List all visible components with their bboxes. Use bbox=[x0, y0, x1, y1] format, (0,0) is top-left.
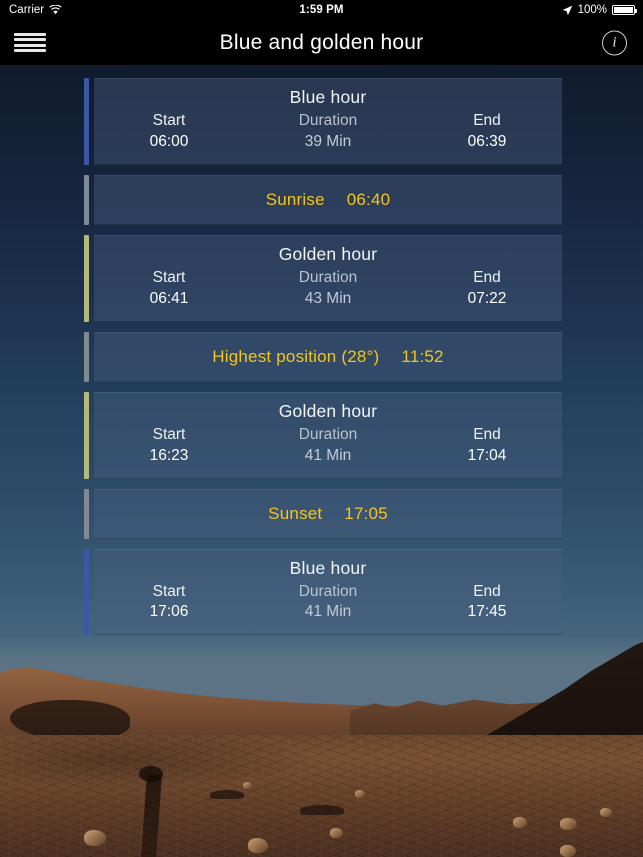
duration-column: Duration 39 Min bbox=[244, 111, 412, 153]
start-label: Start bbox=[152, 112, 186, 129]
event-title: Golden hour bbox=[278, 400, 378, 421]
duration-column: Duration 41 Min bbox=[244, 582, 412, 624]
photo-rock bbox=[600, 808, 612, 817]
moment-card[interactable]: Highest position (28°) 11:52 bbox=[94, 331, 562, 382]
status-bar-right: 100% bbox=[562, 4, 643, 16]
end-value: 07:22 bbox=[467, 289, 507, 307]
duration-label: Duration bbox=[298, 425, 358, 443]
moment-row: Sunrise 06:40 bbox=[94, 190, 562, 210]
end-value: 06:39 bbox=[467, 132, 507, 150]
photo-rock bbox=[513, 817, 527, 828]
moment-time: 17:05 bbox=[344, 503, 388, 523]
photo-rock bbox=[330, 828, 343, 838]
start-label: Start bbox=[152, 582, 186, 600]
end-column: End 06:39 bbox=[412, 111, 562, 153]
battery-full-icon bbox=[612, 5, 637, 15]
list-item[interactable]: Sunset 17:05 bbox=[84, 488, 562, 539]
hamburger-menu-icon[interactable] bbox=[14, 30, 46, 56]
list-item[interactable]: Golden hour Start 06:41 Duration 43 Min … bbox=[84, 234, 562, 322]
moment-label: Sunrise bbox=[265, 189, 325, 209]
end-column: End 17:45 bbox=[412, 582, 562, 624]
end-label: End bbox=[473, 582, 501, 600]
location-arrow-icon bbox=[562, 5, 572, 15]
photo-rock bbox=[560, 818, 577, 830]
moment-row: Sunset 17:05 bbox=[94, 504, 562, 524]
start-column: Start 06:41 bbox=[94, 268, 244, 310]
photo-rock bbox=[355, 790, 365, 798]
duration-column: Duration 41 Min bbox=[244, 425, 412, 467]
accent-bar-golden bbox=[84, 234, 89, 322]
event-list: Blue hour Start 06:00 Duration 39 Min En… bbox=[84, 78, 562, 645]
list-item[interactable]: Golden hour Start 16:23 Duration 41 Min … bbox=[84, 391, 562, 479]
accent-bar-golden bbox=[84, 391, 89, 479]
battery-percent-label: 100% bbox=[577, 4, 607, 16]
accent-bar-blue bbox=[84, 548, 89, 636]
photo-rock-shadow bbox=[210, 790, 244, 799]
status-bar: Carrier 1:59 PM 100% bbox=[0, 0, 643, 20]
moment-card[interactable]: Sunrise 06:40 bbox=[94, 174, 562, 225]
moment-label: Highest position (28°) bbox=[212, 346, 380, 366]
end-column: End 17:04 bbox=[412, 425, 562, 467]
interval-card[interactable]: Golden hour Start 06:41 Duration 43 Min … bbox=[94, 234, 562, 322]
interval-card[interactable]: Blue hour Start 06:00 Duration 39 Min En… bbox=[94, 78, 562, 165]
end-value: 17:45 bbox=[467, 603, 507, 621]
end-column: End 07:22 bbox=[412, 268, 562, 310]
start-value: 06:00 bbox=[149, 132, 189, 150]
start-value: 17:06 bbox=[149, 603, 189, 621]
start-column: Start 17:06 bbox=[94, 582, 244, 624]
status-bar-clock: 1:59 PM bbox=[299, 4, 344, 16]
end-value: 17:04 bbox=[467, 446, 507, 464]
duration-label: Duration bbox=[298, 112, 358, 129]
moment-time: 11:52 bbox=[401, 346, 444, 366]
duration-value: 41 Min bbox=[304, 446, 352, 464]
list-item[interactable]: Blue hour Start 17:06 Duration 41 Min En… bbox=[84, 548, 562, 636]
interval-card[interactable]: Blue hour Start 17:06 Duration 41 Min En… bbox=[94, 548, 562, 636]
start-column: Start 06:00 bbox=[94, 111, 244, 153]
moment-label: Sunset bbox=[268, 503, 323, 523]
start-value: 16:23 bbox=[149, 446, 189, 464]
photo-rock bbox=[560, 845, 576, 857]
accent-bar-neutral bbox=[84, 331, 89, 382]
end-label: End bbox=[473, 425, 501, 443]
photo-rock-shadow bbox=[300, 805, 344, 815]
moment-time: 06:40 bbox=[346, 189, 391, 209]
accent-bar-neutral bbox=[84, 174, 89, 225]
accent-bar-neutral bbox=[84, 488, 89, 539]
moment-row: Highest position (28°) 11:52 bbox=[94, 347, 562, 367]
start-label: Start bbox=[152, 268, 186, 286]
photo-rock bbox=[243, 782, 252, 789]
list-item[interactable]: Highest position (28°) 11:52 bbox=[84, 331, 562, 382]
start-column: Start 16:23 bbox=[94, 425, 244, 467]
duration-value: 41 Min bbox=[304, 603, 352, 621]
moment-card[interactable]: Sunset 17:05 bbox=[94, 488, 562, 539]
start-value: 06:41 bbox=[149, 289, 189, 307]
event-title: Blue hour bbox=[289, 87, 367, 107]
end-label: End bbox=[473, 268, 501, 286]
duration-label: Duration bbox=[298, 268, 358, 286]
info-circle-icon[interactable]: i bbox=[602, 30, 627, 55]
list-item[interactable]: Blue hour Start 06:00 Duration 39 Min En… bbox=[84, 78, 562, 165]
duration-column: Duration 43 Min bbox=[244, 268, 412, 310]
page-title: Blue and golden hour bbox=[219, 30, 424, 54]
duration-value: 43 Min bbox=[304, 289, 352, 307]
duration-value: 39 Min bbox=[304, 132, 352, 150]
duration-label: Duration bbox=[298, 582, 358, 600]
interval-card[interactable]: Golden hour Start 16:23 Duration 41 Min … bbox=[94, 391, 562, 479]
end-label: End bbox=[473, 112, 501, 129]
event-title: Blue hour bbox=[289, 557, 367, 578]
start-label: Start bbox=[152, 425, 186, 443]
navigation-bar: Blue and golden hour i bbox=[0, 20, 643, 65]
event-title: Golden hour bbox=[278, 243, 378, 264]
photo-rock bbox=[84, 830, 106, 846]
photo-rock bbox=[248, 838, 268, 853]
accent-bar-blue bbox=[84, 78, 89, 165]
list-item[interactable]: Sunrise 06:40 bbox=[84, 174, 562, 225]
